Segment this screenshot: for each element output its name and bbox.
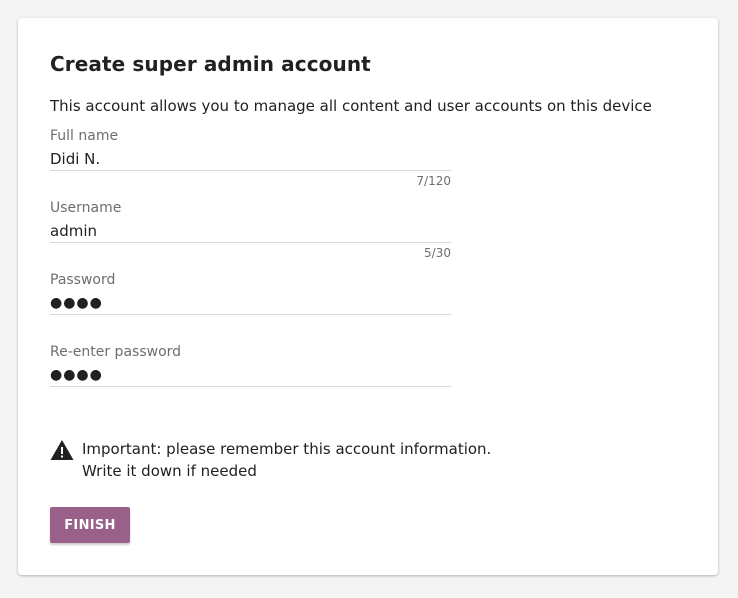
page-description: This account allows you to manage all co… [50, 97, 652, 115]
setup-card: Create super admin account This account … [18, 18, 718, 575]
password-field[interactable]: Password ●●●● [50, 272, 451, 315]
finish-button[interactable]: FINISH [50, 507, 130, 543]
re-enter-password-field[interactable]: Re-enter password ●●●● [50, 344, 451, 387]
re-enter-password-input[interactable]: ●●●● [50, 365, 451, 385]
notice-line-1: Important: please remember this account … [82, 440, 492, 458]
password-label: Password [50, 272, 116, 288]
username-label: Username [50, 200, 122, 216]
username-counter: 5/30 [424, 246, 451, 260]
full-name-field[interactable]: Full name Didi N. 7/120 [50, 128, 451, 188]
full-name-counter: 7/120 [416, 174, 451, 188]
notice-text: Important: please remember this account … [82, 438, 491, 482]
warning-icon [50, 440, 74, 460]
username-input[interactable]: admin [50, 221, 451, 241]
full-name-input[interactable]: Didi N. [50, 149, 451, 169]
notice-line-2: Write it down if needed [82, 462, 257, 480]
username-field[interactable]: Username admin 5/30 [50, 200, 451, 260]
re-enter-password-label: Re-enter password [50, 344, 182, 360]
full-name-label: Full name [50, 128, 119, 144]
important-notice: Important: please remember this account … [50, 438, 491, 482]
password-input[interactable]: ●●●● [50, 293, 451, 313]
page-title: Create super admin account [50, 52, 371, 76]
